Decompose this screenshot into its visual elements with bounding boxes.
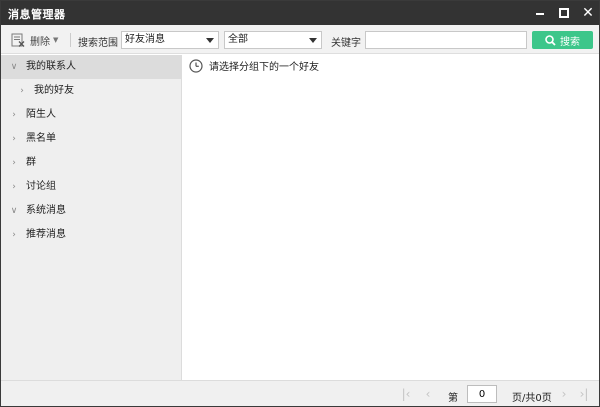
message-panel: 请选择分组下的一个好友 — [183, 55, 599, 380]
toolbar: 删除 ▼ 搜索范围 好友消息 全部 关键字 搜索 — [1, 25, 599, 54]
maximize-icon — [559, 8, 569, 18]
chevron-right-icon: › — [12, 230, 16, 240]
tree-item-label: 群 — [26, 157, 36, 168]
tree-item-discussions[interactable]: › 讨论组 — [1, 175, 182, 199]
dropdown-arrow-icon — [309, 38, 317, 43]
tree-item-label: 黑名单 — [26, 133, 56, 144]
search-button[interactable]: 搜索 — [532, 31, 593, 49]
title-bar[interactable]: 消息管理器 ✕ — [1, 1, 599, 25]
page-total-label: 页/共0页 — [512, 393, 552, 404]
tree-item-system-messages[interactable]: ∨ 系统消息 — [1, 199, 182, 223]
page-number-input[interactable] — [467, 385, 497, 403]
chevron-right-icon: › — [12, 182, 16, 192]
range-select-value: 全部 — [228, 34, 248, 45]
message-manager-window: 消息管理器 ✕ 删除 ▼ 搜索范围 好友消息 全部 关键字 搜索 ∨ 我的联系人… — [0, 0, 600, 407]
window-title: 消息管理器 — [8, 8, 66, 21]
tree-item-my-friends[interactable]: › 我的好友 — [1, 79, 182, 103]
page-prefix-label: 第 — [448, 393, 458, 404]
dropdown-arrow-icon — [206, 38, 214, 43]
contact-tree: ∨ 我的联系人 › 我的好友 › 陌生人 › 黑名单 › 群 › 讨论组 ∨ 系… — [1, 55, 182, 380]
search-button-label: 搜索 — [560, 36, 580, 48]
pagination-bar: |‹ ‹ 第 页/共0页 › ›| — [1, 380, 599, 406]
range-select[interactable]: 全部 — [224, 31, 322, 49]
tree-item-strangers[interactable]: › 陌生人 — [1, 103, 182, 127]
tree-item-label: 我的好友 — [34, 85, 74, 96]
close-icon: ✕ — [582, 5, 594, 21]
tree-item-label: 系统消息 — [26, 205, 66, 216]
tree-item-recommended-messages[interactable]: › 推荐消息 — [1, 223, 182, 247]
tree-item-groups[interactable]: › 群 — [1, 151, 182, 175]
tree-item-label: 讨论组 — [26, 181, 56, 192]
chevron-right-icon: › — [12, 110, 16, 120]
tree-item-blacklist[interactable]: › 黑名单 — [1, 127, 182, 151]
keyword-input[interactable] — [365, 31, 527, 49]
chevron-right-icon: › — [12, 134, 16, 144]
minimize-button[interactable] — [528, 1, 552, 25]
maximize-button[interactable] — [552, 1, 576, 25]
keyword-label: 关键字 — [331, 38, 361, 49]
delete-button[interactable]: 删除 ▼ — [11, 31, 58, 49]
tree-item-label: 陌生人 — [26, 109, 56, 120]
chevron-down-icon: ▼ — [53, 36, 59, 44]
next-page-icon[interactable]: › — [557, 386, 571, 402]
tree-item-label: 推荐消息 — [26, 229, 66, 240]
minimize-icon — [536, 13, 544, 15]
clock-icon — [189, 58, 203, 73]
scope-select[interactable]: 好友消息 — [121, 31, 219, 49]
empty-hint: 请选择分组下的一个好友 — [189, 58, 319, 73]
empty-hint-text: 请选择分组下的一个好友 — [209, 62, 319, 73]
first-page-icon[interactable]: |‹ — [399, 386, 413, 402]
chevron-down-icon: ∨ — [10, 206, 18, 216]
last-page-icon[interactable]: ›| — [577, 386, 591, 402]
delete-icon — [11, 33, 25, 47]
chevron-right-icon: › — [12, 158, 16, 168]
delete-label: 删除 — [30, 36, 50, 48]
tree-item-label: 我的联系人 — [26, 61, 76, 72]
scope-label: 搜索范围 — [78, 38, 118, 49]
close-button[interactable]: ✕ — [576, 1, 600, 25]
prev-page-icon[interactable]: ‹ — [421, 386, 435, 402]
chevron-down-icon: ∨ — [10, 62, 18, 72]
toolbar-divider — [70, 33, 71, 47]
scope-select-value: 好友消息 — [125, 34, 165, 45]
tree-item-my-contacts[interactable]: ∨ 我的联系人 — [1, 55, 182, 79]
chevron-right-icon: › — [20, 86, 24, 96]
search-icon — [545, 34, 556, 46]
